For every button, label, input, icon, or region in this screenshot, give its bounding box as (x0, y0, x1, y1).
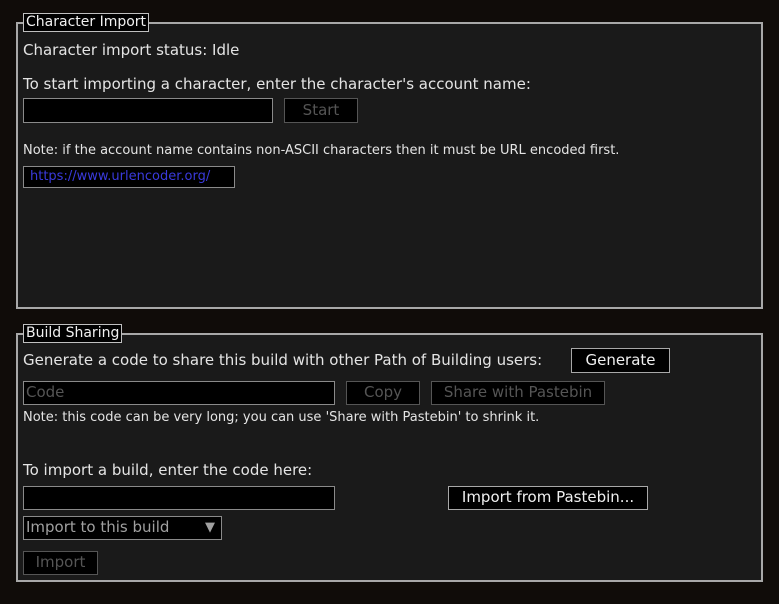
import-instruction: To start importing a character, enter th… (23, 75, 531, 93)
import-code-input[interactable] (23, 486, 335, 510)
import-button[interactable]: Import (23, 551, 98, 575)
dropdown-arrow-icon: ▼ (205, 520, 215, 535)
start-button[interactable]: Start (284, 98, 358, 123)
import-target-dropdown[interactable]: Import to this build ▼ (23, 516, 222, 540)
generate-text: Generate a code to share this build with… (23, 351, 543, 369)
import-target-value: Import to this build (26, 518, 170, 536)
import-from-pastebin-button[interactable]: Import from Pastebin... (448, 486, 648, 510)
share-pastebin-button[interactable]: Share with Pastebin (431, 381, 605, 405)
character-import-title: Character Import (23, 13, 150, 32)
copy-button[interactable]: Copy (346, 381, 420, 405)
build-sharing-title: Build Sharing (23, 324, 123, 343)
import-status: Character import status: Idle (23, 41, 240, 59)
import-build-text: To import a build, enter the code here: (23, 461, 313, 479)
urlencoder-link[interactable]: https://www.urlencoder.org/ (23, 166, 235, 188)
code-length-note: Note: this code can be very long; you ca… (23, 410, 540, 425)
account-name-input[interactable] (23, 98, 273, 123)
generate-button[interactable]: Generate (571, 348, 670, 373)
url-encode-note: Note: if the account name contains non-A… (23, 143, 620, 158)
code-output[interactable]: Code (23, 381, 335, 405)
